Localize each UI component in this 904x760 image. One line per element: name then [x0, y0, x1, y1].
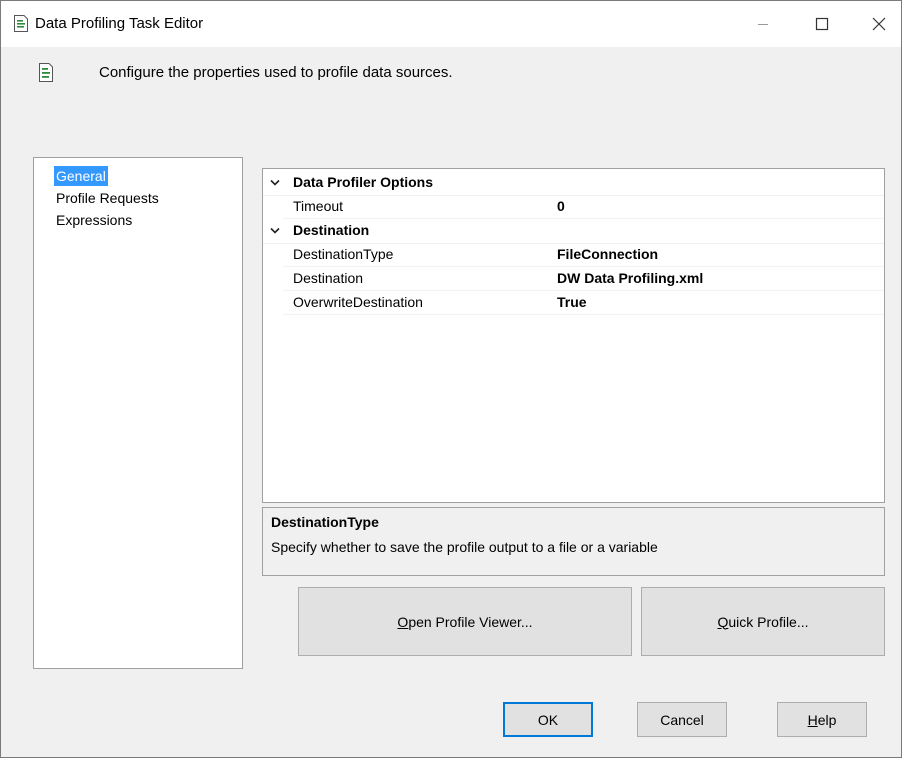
property-grid: Data Profiler Options Timeout 0 Destinat…: [262, 168, 885, 503]
property-row-destination[interactable]: Destination DW Data Profiling.xml: [263, 267, 884, 291]
description-panel: DestinationType Specify whether to save …: [262, 507, 885, 576]
ok-button[interactable]: OK: [503, 702, 593, 737]
document-icon: [14, 15, 28, 32]
help-label: Help: [808, 712, 837, 728]
nav-item-profile-requests[interactable]: Profile Requests: [54, 188, 161, 208]
description-title: DestinationType: [271, 514, 379, 530]
property-value[interactable]: 0: [557, 198, 565, 214]
minimize-icon: [758, 24, 768, 25]
quick-profile-button[interactable]: Quick Profile...: [641, 587, 885, 656]
mnemonic-h: H: [807, 711, 818, 728]
title-bar[interactable]: Data Profiling Task Editor: [1, 1, 901, 47]
quick-profile-label: Quick Profile...: [717, 614, 808, 630]
property-value[interactable]: DW Data Profiling.xml: [557, 270, 703, 286]
property-row-timeout[interactable]: Timeout 0: [263, 195, 884, 219]
chevron-down-icon[interactable]: [270, 179, 280, 187]
mnemonic-q: Q: [717, 613, 729, 630]
property-name: OverwriteDestination: [293, 294, 423, 310]
category-destination[interactable]: Destination: [263, 219, 884, 244]
property-value[interactable]: FileConnection: [557, 246, 658, 262]
property-row-overwritedestination[interactable]: OverwriteDestination True: [263, 291, 884, 315]
description-text: Specify whether to save the profile outp…: [271, 539, 658, 555]
document-icon: [39, 63, 53, 82]
nav-item-expressions[interactable]: Expressions: [54, 210, 134, 230]
page-list: General Profile Requests Expressions: [33, 157, 243, 669]
chevron-down-icon[interactable]: [270, 227, 280, 235]
dialog-window: Data Profiling Task Editor Configure the…: [0, 0, 902, 758]
cancel-button[interactable]: Cancel: [637, 702, 727, 737]
close-icon: [872, 17, 886, 31]
property-value[interactable]: True: [557, 294, 587, 310]
property-row-destinationtype[interactable]: DestinationType FileConnection: [263, 243, 884, 267]
window-title: Data Profiling Task Editor: [35, 15, 204, 32]
category-label: Data Profiler Options: [293, 174, 434, 190]
close-button[interactable]: [852, 1, 904, 47]
header-description: Configure the properties used to profile…: [99, 64, 453, 81]
category-data-profiler-options[interactable]: Data Profiler Options: [263, 171, 884, 196]
open-profile-viewer-label: Open Profile Viewer...: [397, 614, 532, 630]
mnemonic-o: O: [397, 613, 409, 630]
help-button[interactable]: Help: [777, 702, 867, 737]
category-label: Destination: [293, 222, 370, 238]
label-rest: pen Profile Viewer...: [408, 613, 533, 630]
row-divider: [283, 314, 884, 315]
open-profile-viewer-button[interactable]: Open Profile Viewer...: [298, 587, 632, 656]
label-rest: uick Profile...: [728, 613, 809, 630]
cancel-label: Cancel: [660, 711, 704, 728]
maximize-icon: [815, 17, 829, 31]
property-name: DestinationType: [293, 246, 394, 262]
ok-label: OK: [537, 711, 559, 728]
nav-item-general[interactable]: General: [54, 166, 108, 186]
property-name: Destination: [293, 270, 364, 286]
maximize-button[interactable]: [795, 1, 849, 47]
property-name: Timeout: [293, 198, 344, 214]
minimize-button[interactable]: [736, 1, 790, 47]
label-rest: elp: [817, 711, 837, 728]
